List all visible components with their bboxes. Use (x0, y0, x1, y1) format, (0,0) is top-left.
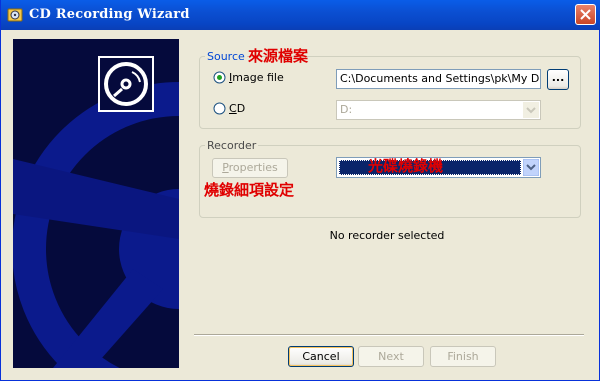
close-icon (580, 9, 591, 20)
source-group-label: Source (205, 50, 247, 63)
disc-watermark (13, 39, 179, 368)
app-icon (7, 8, 23, 22)
cancel-button[interactable]: Cancel (288, 346, 354, 367)
disc-icon (98, 56, 154, 112)
image-file-label[interactable]: Image file (229, 71, 284, 84)
recorder-drive-annotation: 光碟燒錄機 (368, 157, 444, 175)
window-title: CD Recording Wizard (29, 7, 190, 22)
title-bar[interactable]: CD Recording Wizard (1, 0, 600, 30)
image-file-radio[interactable] (213, 71, 226, 84)
cd-label[interactable]: CD (229, 102, 245, 115)
chevron-down-icon[interactable] (523, 102, 539, 118)
cd-drive-value: D: (340, 103, 353, 116)
wizard-banner (13, 39, 179, 368)
image-path-input[interactable]: C:\Documents and Settings\pk\My Docume (336, 69, 541, 89)
properties-annotation: 燒錄細項設定 (204, 181, 295, 199)
next-button[interactable]: Next (358, 346, 424, 367)
source-annotation: 來源檔案 (248, 47, 309, 65)
cd-drive-select[interactable]: D: (336, 100, 541, 120)
browse-button[interactable]: ... (547, 69, 569, 90)
wizard-window: CD Recording Wizard Source 來源檔案 Image fi… (0, 0, 600, 381)
chevron-down-icon[interactable] (523, 159, 539, 176)
wizard-content: Source 來源檔案 Image file C:\Documents and … (4, 30, 598, 378)
properties-button[interactable]: Properties (212, 158, 288, 178)
finish-button[interactable]: Finish (430, 346, 496, 367)
recorder-status: No recorder selected (329, 229, 445, 242)
cd-radio[interactable] (213, 102, 226, 115)
footer-separator (194, 334, 584, 336)
recorder-group-label: Recorder (205, 139, 259, 152)
close-button[interactable] (575, 4, 596, 25)
recorder-select[interactable]: 光碟燒錄機 (336, 157, 541, 178)
